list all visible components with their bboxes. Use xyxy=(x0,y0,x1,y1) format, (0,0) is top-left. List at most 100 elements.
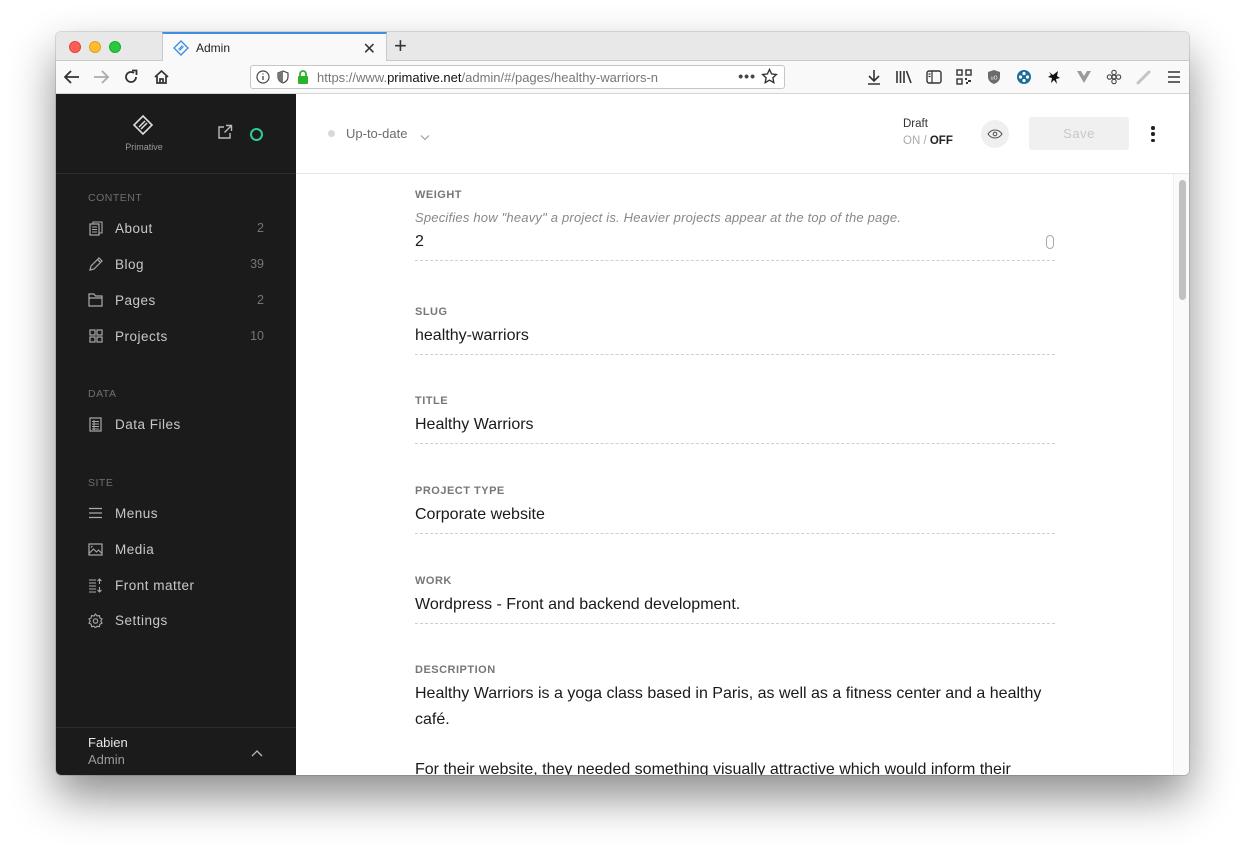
chevron-down-icon[interactable] xyxy=(420,128,430,146)
new-tab-button[interactable]: + xyxy=(394,34,407,58)
chevron-up-icon[interactable] xyxy=(251,744,263,762)
url-bar[interactable]: https://www.primative.net/admin/#/pages/… xyxy=(250,65,785,89)
sidebar-item-about[interactable]: About 2 xyxy=(88,216,264,240)
qr-code-icon[interactable] xyxy=(954,67,974,87)
home-button[interactable] xyxy=(151,67,171,87)
close-window-button[interactable] xyxy=(69,41,81,53)
eye-icon xyxy=(987,129,1003,139)
number-stepper-icon[interactable] xyxy=(1046,235,1054,249)
editor-form: WEIGHT Specifies how "heavy" a project i… xyxy=(296,174,1189,775)
url-text[interactable]: https://www.primative.net/admin/#/pages/… xyxy=(317,70,697,85)
draft-separator: / xyxy=(920,135,930,147)
back-button[interactable] xyxy=(62,67,82,87)
tracking-shield-icon[interactable] xyxy=(275,69,291,85)
svg-text:uO: uO xyxy=(990,76,997,82)
forward-button[interactable] xyxy=(91,67,111,87)
sidebar-item-label: About xyxy=(115,220,153,236)
sidebar-item-data-files[interactable]: Data Files xyxy=(88,412,264,436)
minimize-window-button[interactable] xyxy=(89,41,101,53)
arrow-left-icon xyxy=(63,70,79,84)
more-options-icon[interactable] xyxy=(1149,124,1157,144)
work-input[interactable]: Wordpress - Front and backend developmen… xyxy=(415,596,1055,624)
content-scrollbar[interactable] xyxy=(1173,174,1189,775)
preview-button[interactable] xyxy=(981,120,1009,148)
save-button[interactable]: Save xyxy=(1029,117,1129,150)
field-help: Specifies how "heavy" a project is. Heav… xyxy=(415,210,902,225)
weight-input[interactable]: 2 xyxy=(415,233,1055,261)
sidebar-item-label: Pages xyxy=(115,292,156,308)
vue-devtools-icon[interactable] xyxy=(1074,67,1094,87)
page-actions-button[interactable]: ••• xyxy=(738,68,756,84)
library-icon[interactable] xyxy=(894,67,914,87)
folder-icon xyxy=(88,293,103,308)
field-label: WEIGHT xyxy=(415,189,462,201)
field-weight: WEIGHT Specifies how "heavy" a project i… xyxy=(415,189,1055,261)
section-label-content: CONTENT xyxy=(88,192,143,204)
bookmark-star-icon[interactable] xyxy=(761,67,778,90)
home-icon xyxy=(153,69,169,84)
title-input[interactable]: Healthy Warriors xyxy=(415,416,1055,444)
hamburger-menu-icon[interactable] xyxy=(1164,67,1184,87)
draft-label: Draft xyxy=(903,118,928,130)
draft-on-option[interactable]: ON xyxy=(903,135,920,147)
field-slug: SLUG healthy-warriors xyxy=(415,306,1055,355)
field-description: DESCRIPTION Healthy Warriors is a yoga c… xyxy=(415,664,1055,775)
maximize-window-button[interactable] xyxy=(109,41,121,53)
gear-icon xyxy=(88,612,103,628)
sidebar-item-front-matter[interactable]: Front matter xyxy=(88,573,264,597)
slug-input[interactable]: healthy-warriors xyxy=(415,327,1055,355)
status-dot-icon xyxy=(328,130,335,137)
sidebar-item-label: Settings xyxy=(115,612,168,628)
tab-admin[interactable]: Admin ✕ xyxy=(162,32,387,62)
sidebar-item-count: 2 xyxy=(257,293,264,307)
primative-favicon-icon xyxy=(173,40,189,56)
sidebar-item-blog[interactable]: Blog 39 xyxy=(88,252,264,276)
field-label: DESCRIPTION xyxy=(415,664,496,676)
sidebar-item-count: 39 xyxy=(250,257,264,271)
tab-strip: Admin ✕ + xyxy=(56,32,1189,62)
documents-icon xyxy=(88,220,103,236)
info-icon[interactable] xyxy=(255,69,271,85)
pencil-icon xyxy=(88,256,103,272)
extension-blue-icon[interactable] xyxy=(1014,67,1034,87)
sidebar-item-label: Blog xyxy=(115,256,145,272)
user-name: Fabien xyxy=(88,735,128,750)
sidebar-item-pages[interactable]: Pages 2 xyxy=(88,288,264,312)
tab-close-icon[interactable]: ✕ xyxy=(363,39,376,59)
primative-logo-icon[interactable] xyxy=(130,114,156,138)
draft-toggle[interactable]: ON / OFF xyxy=(903,135,953,147)
reload-button[interactable] xyxy=(121,67,141,87)
data-file-icon xyxy=(88,416,103,432)
field-label: TITLE xyxy=(415,395,449,407)
draft-off-option[interactable]: OFF xyxy=(930,135,953,147)
user-panel[interactable]: Fabien Admin xyxy=(56,727,296,775)
extension-ninja-icon[interactable] xyxy=(1044,67,1064,87)
sidebar-item-menus[interactable]: Menus xyxy=(88,501,264,525)
sidebar-header: Primative xyxy=(56,94,296,174)
field-label: SLUG xyxy=(415,306,448,318)
downloads-icon[interactable] xyxy=(864,67,884,87)
field-project-type: PROJECT TYPE Corporate website xyxy=(415,485,1055,534)
sidebar-item-media[interactable]: Media xyxy=(88,537,264,561)
ublock-shield-icon[interactable]: uO xyxy=(984,67,1004,87)
project-type-input[interactable]: Corporate website xyxy=(415,506,1055,534)
user-role: Admin xyxy=(88,752,125,767)
sidebar: Primative CONTENT About 2 Blog 39 Pages … xyxy=(56,94,296,775)
extension-flower-icon[interactable] xyxy=(1104,67,1124,87)
sidebar-item-projects[interactable]: Projects 10 xyxy=(88,324,264,348)
open-site-external-icon[interactable] xyxy=(217,124,233,145)
sidebar-toggle-icon[interactable] xyxy=(924,67,944,87)
connection-status-icon xyxy=(250,128,263,141)
scrollbar-thumb[interactable] xyxy=(1179,180,1186,300)
status-dropdown[interactable]: Up-to-date xyxy=(346,126,407,141)
navigation-bar: https://www.primative.net/admin/#/pages/… xyxy=(56,61,1189,94)
sidebar-item-label: Media xyxy=(115,541,155,557)
extension-pen-icon[interactable] xyxy=(1134,67,1154,87)
lock-icon[interactable] xyxy=(295,69,311,85)
section-label-site: SITE xyxy=(88,477,114,489)
sidebar-item-label: Projects xyxy=(115,328,168,344)
browser-toolbar: uO xyxy=(864,67,1189,87)
sidebar-item-count: 2 xyxy=(257,221,264,235)
sidebar-item-settings[interactable]: Settings xyxy=(88,608,264,632)
description-editor[interactable]: Healthy Warriors is a yoga class based i… xyxy=(415,681,1055,775)
